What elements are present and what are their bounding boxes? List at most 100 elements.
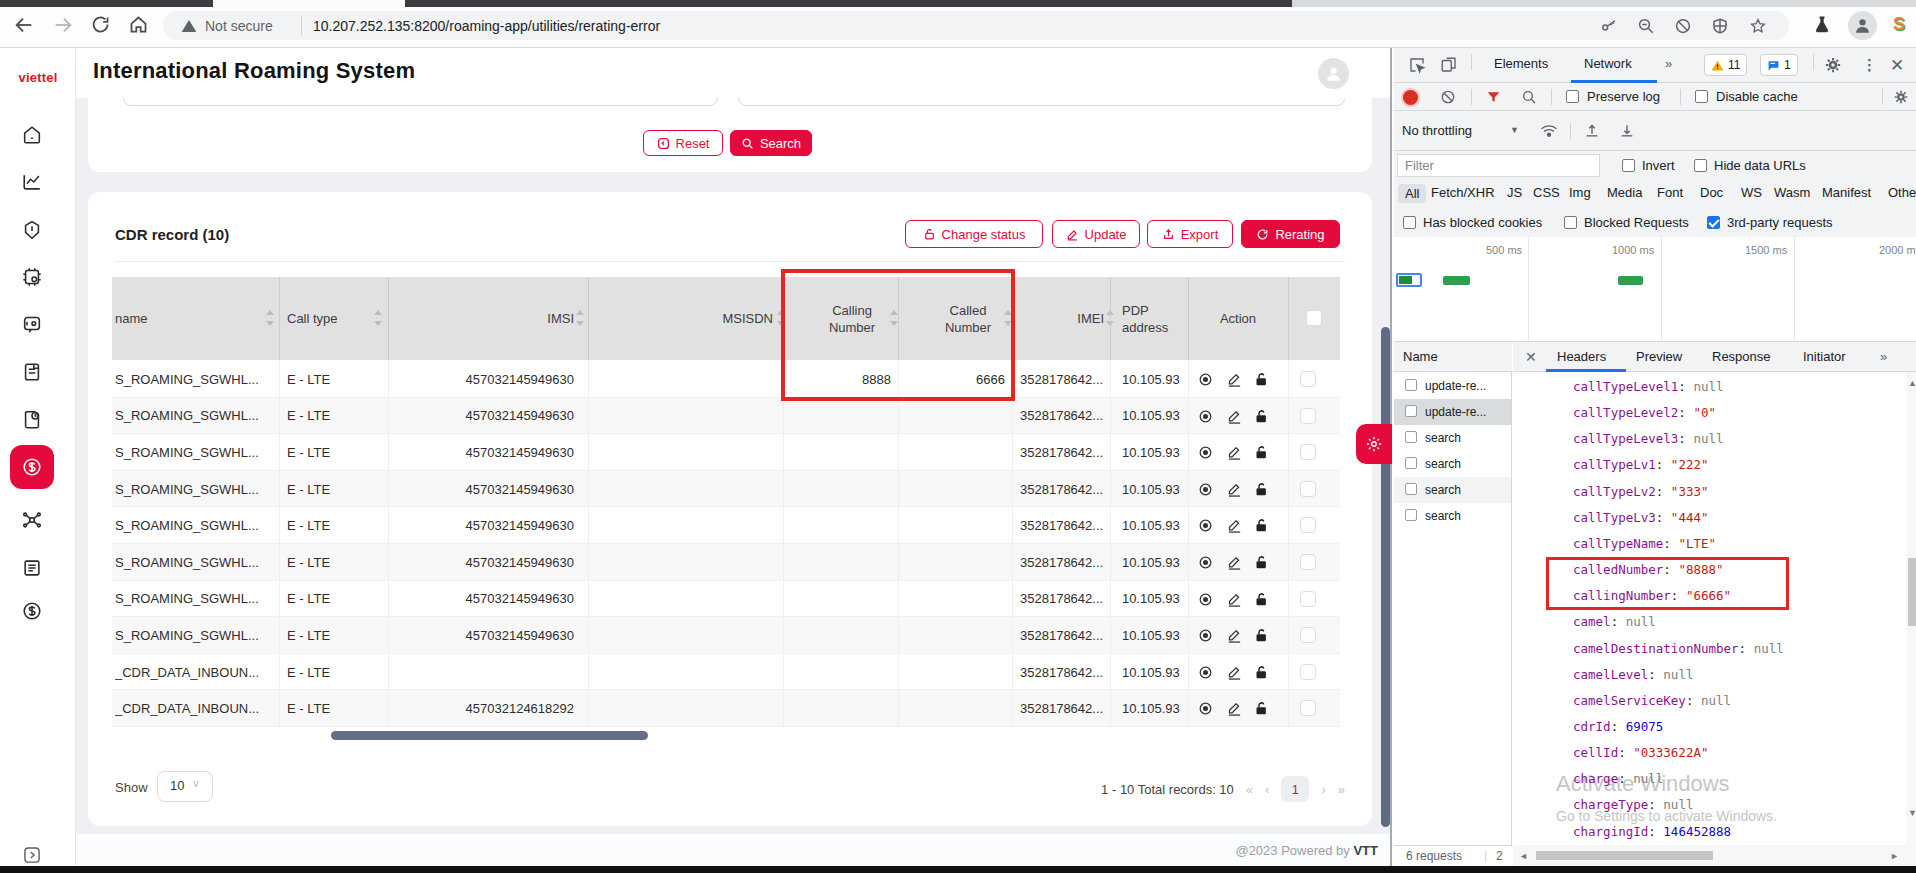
filter-all[interactable]: All	[1398, 184, 1426, 203]
user-avatar[interactable]	[1318, 58, 1349, 89]
filter-font[interactable]: Font	[1657, 185, 1683, 200]
filter-ws[interactable]: WS	[1741, 185, 1762, 200]
search-field-1[interactable]	[123, 98, 718, 106]
close-detail-icon[interactable]: ✕	[1525, 349, 1537, 365]
view-icon[interactable]	[1198, 665, 1213, 680]
search-field-2[interactable]	[738, 98, 1345, 106]
row-checkbox[interactable]	[1300, 444, 1316, 460]
filter-img[interactable]: Img	[1569, 185, 1591, 200]
inspect-icon[interactable]	[1408, 56, 1426, 74]
collapse-sidebar-icon[interactable]	[22, 845, 42, 865]
page-size-select[interactable]: 10 ∨	[157, 771, 213, 802]
filter-media[interactable]: Media	[1607, 185, 1642, 200]
issues-warning-badge[interactable]: 11	[1704, 54, 1747, 76]
filter-input[interactable]: Filter	[1397, 154, 1600, 177]
forward-icon[interactable]	[52, 14, 74, 36]
shield-icon[interactable]	[1711, 17, 1729, 35]
request-row[interactable]: search	[1394, 477, 1511, 503]
col-header-name[interactable]: name	[115, 277, 275, 360]
tab-initiator[interactable]: Initiator	[1803, 349, 1846, 364]
blocked-icon[interactable]	[1674, 17, 1692, 35]
key-icon[interactable]	[1600, 17, 1618, 35]
filter-manifest[interactable]: Manifest	[1822, 185, 1871, 200]
export-har-icon[interactable]	[1619, 122, 1635, 139]
export-button[interactable]: Export	[1147, 220, 1233, 248]
table-row[interactable]: S_ROAMING_SGWHL...E - LTE457032145949630…	[112, 581, 1340, 618]
reset-button[interactable]: Reset	[643, 130, 723, 156]
tab-elements[interactable]: Elements	[1494, 56, 1548, 71]
request-row[interactable]: search	[1394, 425, 1511, 451]
extension-s-icon[interactable]: S	[1893, 14, 1913, 36]
change-status-button[interactable]: Change status	[905, 220, 1043, 248]
table-row[interactable]: S_ROAMING_SGWHL...E - LTE457032145949630…	[112, 361, 1340, 398]
view-icon[interactable]	[1198, 482, 1213, 497]
row-checkbox[interactable]	[1300, 591, 1316, 607]
network-settings-gear-icon[interactable]	[1893, 89, 1909, 105]
report-menu-icon[interactable]	[21, 557, 43, 579]
lock-icon[interactable]	[1254, 592, 1269, 607]
filter-js[interactable]: JS	[1507, 185, 1522, 200]
zoom-out-icon[interactable]	[1637, 17, 1655, 35]
row-checkbox[interactable]	[1300, 408, 1316, 424]
table-horizontal-scrollbar[interactable]	[331, 731, 648, 740]
col-header-imei[interactable]: IMEI	[1020, 277, 1104, 360]
row-checkbox[interactable]	[1300, 517, 1316, 533]
tab-network[interactable]: Network	[1584, 56, 1632, 71]
back-icon[interactable]	[13, 14, 35, 36]
detail-horizontal-scrollbar[interactable]: ◄ ►	[1513, 845, 1916, 866]
request-row[interactable]: update-re...	[1394, 373, 1511, 399]
view-icon[interactable]	[1198, 409, 1213, 424]
clear-icon[interactable]	[1440, 89, 1456, 105]
settings-fab[interactable]	[1356, 424, 1392, 464]
scroll-left-icon[interactable]: ◄	[1519, 851, 1528, 861]
requests-header[interactable]: Name	[1394, 342, 1512, 372]
profile-avatar[interactable]	[1848, 11, 1877, 40]
lock-icon[interactable]	[1254, 701, 1269, 716]
table-row[interactable]: S_ROAMING_SGWHL...E - LTE457032145949630…	[112, 398, 1340, 435]
edit-icon[interactable]	[1227, 592, 1242, 607]
lock-icon[interactable]	[1254, 665, 1269, 680]
edit-icon[interactable]	[1227, 372, 1242, 387]
more-tabs-icon[interactable]: »	[1665, 56, 1672, 71]
view-icon[interactable]	[1198, 592, 1213, 607]
lock-icon[interactable]	[1254, 372, 1269, 387]
scroll-up-icon[interactable]: ▲	[1908, 378, 1916, 388]
table-row[interactable]: _CDR_DATA_INBOUN...E - LTE45703212461829…	[112, 690, 1340, 727]
edit-icon[interactable]	[1227, 665, 1242, 680]
rerating-button[interactable]: Rerating	[1241, 220, 1340, 248]
blocked-requests-checkbox[interactable]	[1564, 216, 1577, 229]
filter-css[interactable]: CSS	[1533, 185, 1560, 200]
filter-fetch[interactable]: Fetch/XHR	[1431, 185, 1495, 200]
preserve-log-checkbox[interactable]	[1566, 90, 1579, 103]
row-checkbox[interactable]	[1300, 554, 1316, 570]
col-header-msisdn[interactable]: MSISDN	[588, 277, 773, 360]
search-button[interactable]: Search	[730, 130, 812, 156]
record-icon[interactable]	[1403, 90, 1418, 105]
lock-icon[interactable]	[1254, 628, 1269, 643]
issues-message-badge[interactable]: 1	[1760, 54, 1798, 76]
edit-icon[interactable]	[1227, 482, 1242, 497]
edit-icon[interactable]	[1227, 518, 1242, 533]
request-row-selected[interactable]: update-re...	[1394, 399, 1511, 425]
document-menu-icon[interactable]	[21, 361, 43, 383]
filter-doc[interactable]: Doc	[1700, 185, 1723, 200]
row-checkbox[interactable]	[1300, 664, 1316, 680]
file-clock-menu-icon[interactable]	[21, 408, 43, 430]
lock-icon[interactable]	[1254, 409, 1269, 424]
url-text[interactable]: 10.207.252.135:8200/roaming-app/utilitie…	[313, 18, 660, 34]
chat-refresh-menu-icon[interactable]	[21, 313, 43, 335]
filter-wasm[interactable]: Wasm	[1774, 185, 1810, 200]
lock-icon[interactable]	[1254, 555, 1269, 570]
search-icon[interactable]	[1521, 89, 1537, 105]
money-menu-icon[interactable]	[21, 600, 43, 622]
timeline-overview[interactable]: 500 ms 1000 ms 1500 ms 2000 ms	[1394, 237, 1916, 342]
edit-icon[interactable]	[1227, 409, 1242, 424]
col-header-pdp[interactable]: PDP address	[1122, 277, 1186, 360]
bookmark-star-icon[interactable]	[1749, 17, 1767, 35]
view-icon[interactable]	[1198, 445, 1213, 460]
table-row[interactable]: S_ROAMING_SGWHL...E - LTE457032145949630…	[112, 544, 1340, 581]
settings-gear-icon[interactable]	[1824, 56, 1842, 74]
row-checkbox[interactable]	[1300, 627, 1316, 643]
table-row[interactable]: S_ROAMING_SGWHL...E - LTE457032145949630…	[112, 507, 1340, 544]
update-button[interactable]: Update	[1052, 220, 1140, 248]
